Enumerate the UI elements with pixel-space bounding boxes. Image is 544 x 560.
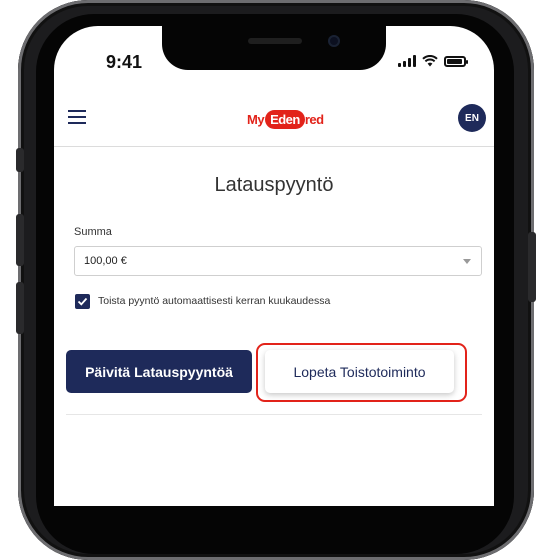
battery-icon	[444, 56, 468, 67]
menu-icon[interactable]	[68, 110, 86, 124]
status-icons	[398, 55, 468, 67]
page-title: Latauspyyntö	[214, 174, 334, 196]
action-bar: Päivitä Latauspyyntöä Lopeta Toistotoimi…	[54, 338, 494, 414]
front-camera	[328, 35, 340, 47]
phone-side-button	[16, 148, 24, 172]
app-header: My Eden red EN	[54, 96, 494, 147]
myedenred-logo: My Eden red	[247, 109, 324, 129]
wifi-icon	[422, 55, 438, 67]
phone-volume-up-button	[16, 214, 24, 266]
amount-label: Summa	[74, 226, 112, 238]
divider	[66, 414, 482, 415]
amount-select[interactable]: 100,00 €	[74, 246, 482, 276]
update-request-button[interactable]: Päivitä Latauspyyntöä	[66, 350, 252, 393]
chevron-down-icon	[463, 259, 471, 264]
status-time: 9:41	[106, 52, 143, 72]
repeat-checkbox-label: Toista pyyntö automaattisesti kerran kuu…	[98, 295, 331, 307]
phone-screen: 9:41 My Eden red EN Latauspyyntö Summa 1…	[54, 26, 494, 506]
language-button[interactable]: EN	[458, 104, 486, 132]
phone-power-button	[528, 232, 536, 302]
phone-volume-down-button	[16, 282, 24, 334]
notch	[162, 26, 386, 70]
checkmark-icon	[77, 297, 88, 306]
stop-repeat-button[interactable]: Lopeta Toistotoiminto	[265, 350, 454, 393]
speaker-grille	[248, 38, 302, 44]
signal-icon	[398, 55, 416, 67]
repeat-checkbox[interactable]	[75, 294, 90, 309]
amount-value: 100,00 €	[84, 255, 127, 267]
